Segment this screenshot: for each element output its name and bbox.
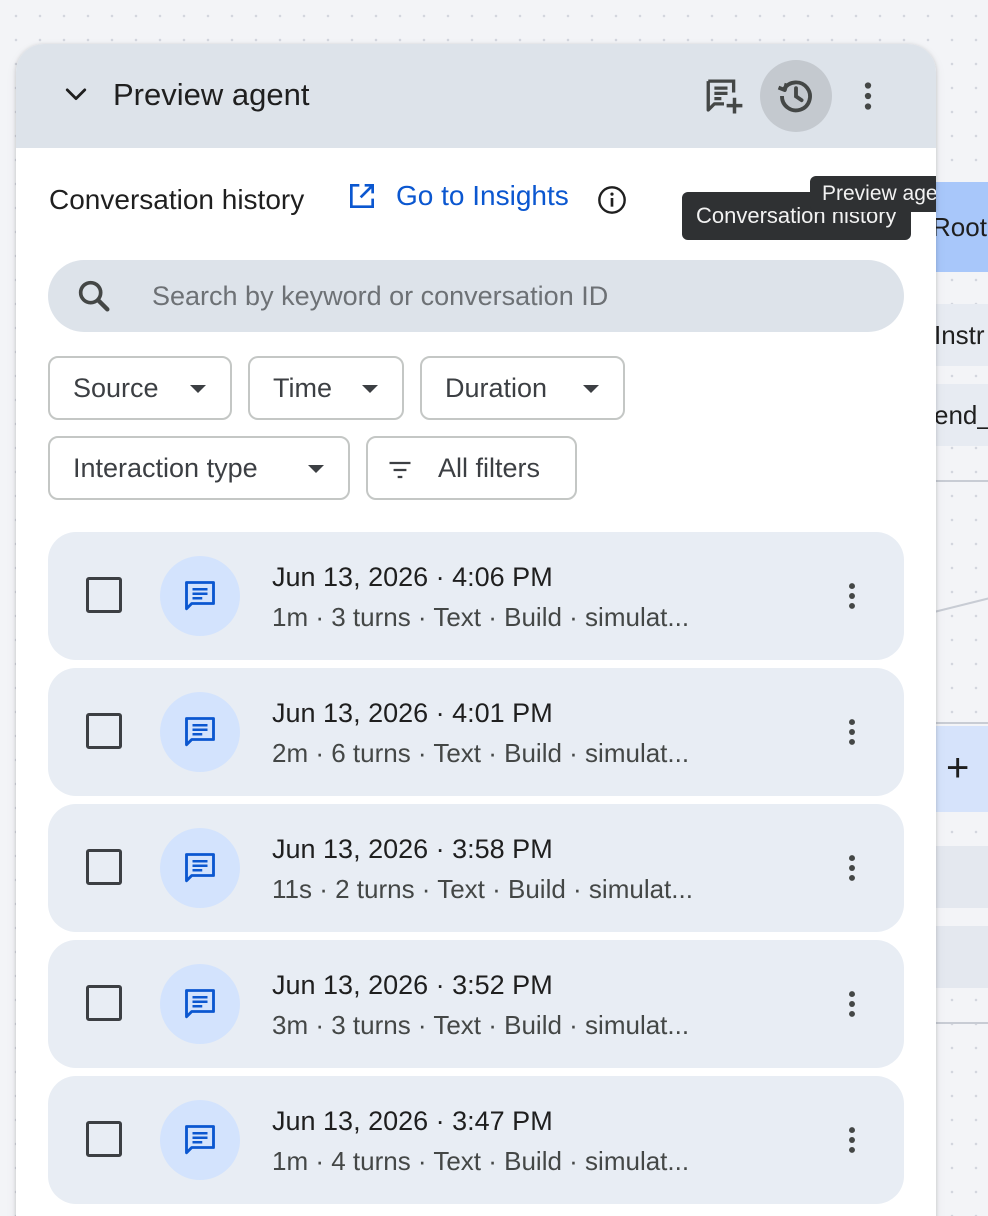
more-vert-icon — [849, 583, 855, 609]
chat-icon — [185, 1125, 215, 1155]
info-icon[interactable] — [596, 184, 628, 216]
conversation-more-button[interactable] — [832, 848, 872, 888]
select-conversation-checkbox[interactable] — [86, 1121, 122, 1157]
conversation-avatar — [160, 692, 240, 772]
chat-icon — [185, 717, 215, 747]
conversation-date: Jun 13, 2026 · 4:06 PM — [272, 562, 553, 592]
conversation-list-item[interactable]: Jun 13, 2026 · 3:47 PM 1m · 4 turns · Te… — [48, 1076, 904, 1204]
filter-interaction-type-dropdown[interactable]: Interaction type — [48, 436, 350, 500]
conversation-list-item[interactable]: Jun 13, 2026 · 3:52 PM 3m · 3 turns · Te… — [48, 940, 904, 1068]
more-vert-icon — [849, 719, 855, 745]
conversation-meta: 1m · 4 turns · Text · Build · simulat... — [272, 1146, 690, 1176]
filter-source-dropdown[interactable]: Source — [48, 356, 232, 420]
preview-agent-tooltip: Preview agent — [810, 176, 936, 212]
canvas-divider — [930, 722, 988, 724]
chat-icon — [185, 989, 215, 1019]
conversation-avatar — [160, 828, 240, 908]
conversation-avatar — [160, 1100, 240, 1180]
conversation-date: Jun 13, 2026 · 3:47 PM — [272, 1106, 553, 1136]
filter-interaction-type-label: Interaction type — [73, 452, 258, 483]
conversation-meta: 2m · 6 turns · Text · Build · simulat... — [272, 738, 690, 768]
canvas-connector — [929, 597, 988, 614]
conversation-more-button[interactable] — [832, 712, 872, 752]
filter-list-icon — [389, 461, 411, 479]
search-icon — [78, 280, 110, 312]
chat-icon — [185, 853, 215, 883]
conversation-meta: 3m · 3 turns · Text · Build · simulat... — [272, 1010, 690, 1040]
filter-time-label: Time — [273, 372, 332, 403]
dropdown-arrow-icon — [362, 385, 378, 393]
conversation-meta: 11s · 2 turns · Text · Build · simulat..… — [272, 874, 693, 904]
conversation-more-button[interactable] — [832, 576, 872, 616]
canvas-divider — [930, 480, 988, 482]
node-row-end-label: end_ — [934, 400, 988, 430]
new-chat-icon — [706, 79, 743, 114]
open-in-new-icon — [350, 184, 374, 208]
more-vert-icon — [864, 82, 872, 110]
search-bar — [48, 260, 904, 332]
panel-header: Preview agent — [16, 44, 936, 148]
chat-icon — [185, 581, 215, 611]
more-vert-icon — [849, 1127, 855, 1153]
collapse-button[interactable] — [56, 74, 96, 114]
filter-duration-dropdown[interactable]: Duration — [420, 356, 625, 420]
filter-time-dropdown[interactable]: Time — [248, 356, 404, 420]
dropdown-arrow-icon — [190, 385, 206, 393]
search-input[interactable] — [152, 274, 872, 318]
more-vert-icon — [849, 855, 855, 881]
select-conversation-checkbox[interactable] — [86, 577, 122, 613]
conversation-more-button[interactable] — [832, 984, 872, 1024]
new-conversation-button[interactable] — [688, 60, 760, 132]
preview-agent-panel: Preview agent Conversation history Go to… — [16, 44, 936, 1216]
plus-icon: + — [946, 746, 970, 790]
more-options-button[interactable] — [832, 60, 904, 132]
conversation-avatar — [160, 964, 240, 1044]
select-conversation-checkbox[interactable] — [86, 849, 122, 885]
conversation-history-button[interactable] — [760, 60, 832, 132]
all-filters-label: All filters — [438, 452, 541, 483]
canvas-divider — [930, 1022, 988, 1024]
conversation-more-button[interactable] — [832, 1120, 872, 1160]
root-node-label: Root — [932, 212, 987, 242]
node-row-instructions-label: Instr — [934, 320, 985, 350]
conversation-date: Jun 13, 2026 · 4:01 PM — [272, 698, 553, 728]
conversation-date: Jun 13, 2026 · 3:58 PM — [272, 834, 553, 864]
conversation-list-item[interactable]: Jun 13, 2026 · 3:58 PM 11s · 2 turns · T… — [48, 804, 904, 932]
panel-title: Preview agent — [113, 77, 310, 112]
more-vert-icon — [849, 991, 855, 1017]
dropdown-arrow-icon — [308, 465, 324, 473]
conversation-list-item[interactable]: Jun 13, 2026 · 4:06 PM 1m · 3 turns · Te… — [48, 532, 904, 660]
conversation-date: Jun 13, 2026 · 3:52 PM — [272, 970, 553, 1000]
conversation-meta: 1m · 3 turns · Text · Build · simulat... — [272, 602, 690, 632]
conversation-avatar — [160, 556, 240, 636]
select-conversation-checkbox[interactable] — [86, 985, 122, 1021]
conversation-list-item[interactable]: Jun 13, 2026 · 4:01 PM 2m · 6 turns · Te… — [48, 668, 904, 796]
go-to-insights-label: Go to Insights — [396, 180, 569, 211]
dropdown-arrow-icon — [583, 385, 599, 393]
all-filters-button[interactable]: All filters — [366, 436, 577, 500]
conversation-history-title: Conversation history — [49, 184, 305, 215]
history-icon — [777, 80, 812, 113]
filter-duration-label: Duration — [445, 372, 548, 403]
chevron-down-icon — [65, 88, 87, 101]
go-to-insights-link[interactable]: Go to Insights — [346, 180, 569, 212]
filter-source-label: Source — [73, 372, 159, 403]
select-conversation-checkbox[interactable] — [86, 713, 122, 749]
